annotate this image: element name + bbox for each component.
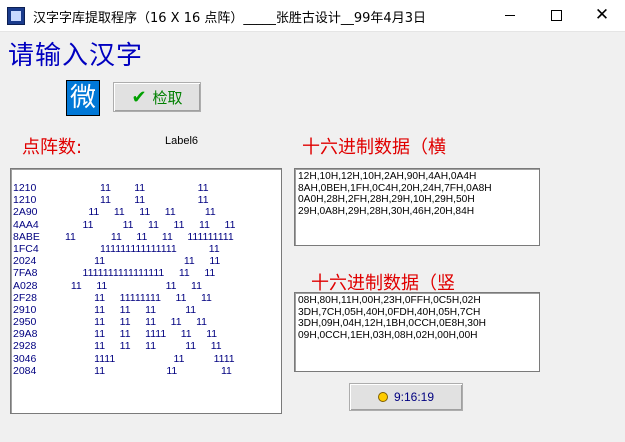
matrix-row-code: 2F28: [13, 291, 37, 304]
character-input[interactable]: 微: [66, 80, 100, 116]
matrix-row: 8ABE 11 11 11 11 111111111: [13, 231, 281, 243]
matrix-row: 2F28 11 11111111 11 11: [13, 292, 281, 304]
matrix-row: 1210 11 11 11: [13, 194, 281, 206]
matrix-row-code: 3046: [13, 352, 37, 365]
hex-line: 09H,0CCH,1EH,03H,08H,02H,00H,00H: [298, 329, 478, 341]
window-title: 汉字字库提取程序（16 X 16 点阵）_____张胜古设计__99年4月3日: [33, 11, 426, 26]
maximize-button[interactable]: [533, 0, 579, 31]
hex-line: 29H,0A8H,29H,28H,30H,46H,20H,84H: [298, 205, 475, 217]
hex-line: 8AH,0BEH,1FH,0C4H,20H,24H,7FH,0A8H: [298, 182, 492, 194]
matrix-row: 2024 11 11 11: [13, 255, 281, 267]
matrix-row: 2084 11 11 11: [13, 365, 281, 377]
matrix-row-code: 1210: [13, 182, 37, 194]
matrix-row: 2A90 11 11 11 11 11: [13, 206, 281, 218]
matrix-row: 2928 11 11 11 11 11: [13, 340, 281, 352]
matrix-row-bits: 11 11 11 11 11: [65, 316, 208, 329]
matrix-row-code: 2024: [13, 255, 37, 268]
matrix-row-code: 29A8: [13, 328, 38, 341]
matrix-row-bits: 111111111111111 11: [65, 242, 220, 255]
matrix-row-bits: 1111 11 1111: [65, 352, 235, 365]
matrix-row-bits: 1111111111111111 11 11: [65, 267, 216, 280]
hex-horizontal-label: 十六进制数据（横: [302, 137, 446, 158]
checkmark-icon: ✔: [131, 86, 147, 108]
matrix-row-bits: 11 11 11: [65, 364, 232, 377]
maximize-icon: [550, 10, 562, 21]
matrix-row-bits: 11 11 11 11 11 11: [65, 218, 236, 231]
matrix-row: 1FC4 111111111111111 11: [13, 243, 281, 255]
hex-line: 3DH,7CH,05H,40H,0FDH,40H,05H,7CH: [298, 306, 481, 318]
page-heading: 请输入汉字: [8, 41, 144, 71]
matrix-row-bits: 11 11 11: [65, 194, 209, 207]
matrix-row-bits: 11 11 11 11: [65, 303, 197, 316]
matrix-row-code: 2084: [13, 364, 37, 377]
retrieve-button-label: 检取: [152, 88, 183, 107]
matrix-row: 3046 1111 11 1111: [13, 353, 281, 365]
matrix-row-code: 2910: [13, 303, 37, 316]
matrix-row-code: 7FA8: [13, 267, 38, 280]
hex-line: 12H,10H,12H,10H,2AH,90H,4AH,0A4H: [298, 171, 477, 182]
matrix-row: 7FA8 1111111111111111 11 11: [13, 267, 281, 279]
matrix-row: 2910 11 11 11 11: [13, 304, 281, 316]
matrix-row-bits: 11 11 11 11 11: [65, 206, 216, 219]
label6: Label6: [165, 135, 199, 147]
matrix-row-code: 4AA4: [13, 218, 39, 231]
matrix-row: 4AA4 11 11 11 11 11 11: [13, 219, 281, 231]
matrix-row-code: 2A90: [13, 206, 38, 219]
minimize-icon: [505, 15, 515, 16]
matrix-row-bits: 11 11 11 11: [65, 279, 202, 292]
matrix-row-bits: 11 11 11: [65, 255, 221, 268]
matrix-row-bits: 11 11 1111 11 11: [65, 328, 218, 341]
matrix-row-bits: 11 11111111 11 11: [65, 291, 212, 304]
matrix-row-code: 1210: [13, 194, 37, 207]
minimize-button[interactable]: [487, 0, 533, 31]
hex-line: 3DH,09H,04H,12H,1BH,0CCH,0E8H,30H: [298, 318, 486, 330]
retrieve-button[interactable]: ✔ 检取: [113, 82, 201, 112]
hex-line: 08H,80H,11H,00H,23H,0FFH,0C5H,02H: [298, 295, 481, 306]
matrix-row-bits: 11 11 11 11 11: [65, 340, 222, 353]
matrix-row: 1210 11 11 11: [13, 182, 281, 194]
matrix-row-code: 8ABE: [13, 230, 40, 243]
hex-line: 0A0H,28H,2FH,28H,29H,10H,29H,50H: [298, 194, 475, 206]
title-bar: 汉字字库提取程序（16 X 16 点阵）_____张胜古设计__99年4月3日 …: [0, 0, 625, 32]
close-button[interactable]: ✕: [579, 0, 625, 31]
clock-button[interactable]: 9:16:19: [349, 383, 463, 411]
hex-vertical-textbox[interactable]: 08H,80H,11H,00H,23H,0FFH,0C5H,02H 3DH,7CH…: [294, 292, 540, 372]
clock-icon: [377, 392, 388, 402]
clock-time: 9:16:19: [393, 390, 435, 404]
dot-matrix-label: 点阵数:: [22, 137, 83, 158]
close-icon: ✕: [594, 5, 610, 25]
matrix-row: 2950 11 11 11 11 11: [13, 316, 281, 328]
matrix-row-code: A028: [13, 279, 38, 292]
matrix-row: A028 11 11 11 11: [13, 280, 281, 292]
dot-matrix-textbox[interactable]: 1210 11 11 11 1210 11 11 11 2A90 11 11 11 …: [10, 168, 282, 414]
matrix-row-code: 1FC4: [13, 242, 39, 255]
app-icon[interactable]: [7, 7, 25, 25]
matrix-row: 29A8 11 11 1111 11 11: [13, 328, 281, 340]
matrix-row-bits: 11 11 11: [65, 182, 209, 194]
matrix-row-code: 2950: [13, 316, 37, 329]
matrix-row-code: 2928: [13, 340, 37, 353]
matrix-row-bits: 11 11 11 11 111111111: [65, 230, 234, 243]
hex-horizontal-textbox[interactable]: 12H,10H,12H,10H,2AH,90H,4AH,0A4H 8AH,0BEH…: [294, 168, 540, 246]
